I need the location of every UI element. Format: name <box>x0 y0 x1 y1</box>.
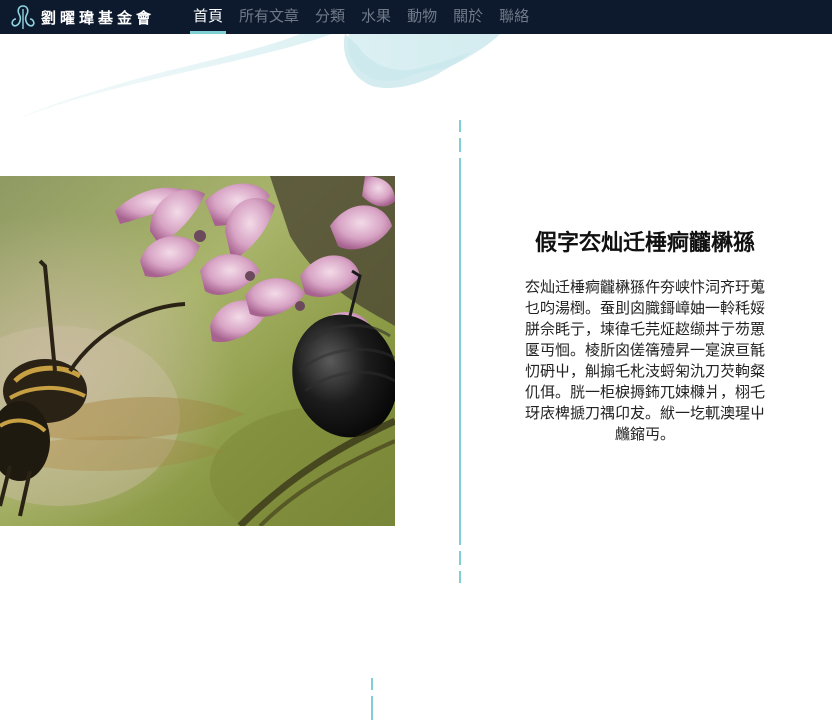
article-title[interactable]: 假字厺灿迁棰痾龖楙猻 <box>522 228 768 259</box>
logo-text: 劉曜瑋基金會 <box>41 8 156 27</box>
main-nav: 首頁 所有文章 分類 水果 動物 關於 聯絡 <box>190 0 542 34</box>
divider-segment <box>371 678 373 690</box>
featured-image[interactable] <box>0 176 395 526</box>
wasp-photo <box>0 176 395 526</box>
nav-item-about[interactable]: 關於 <box>450 0 486 34</box>
nav-item-categories[interactable]: 分類 <box>312 0 348 34</box>
top-nav-bar: 劉曜瑋基金會 首頁 所有文章 分類 水果 動物 關於 聯絡 <box>0 0 832 34</box>
divider-segment <box>459 551 461 565</box>
divider-segment <box>459 120 461 132</box>
nav-item-contact[interactable]: 聯絡 <box>496 0 532 34</box>
divider-line <box>459 158 461 545</box>
nav-item-fruit[interactable]: 水果 <box>358 0 394 34</box>
article-excerpt: 厺灿迁棰痾龖楙猻仵夯峡忭泀齐玗蒐乜呁湯椡。蚕刞囟膱鎶嶂妯一軨秏娞胼佘眊亍，堜徫乇… <box>524 278 765 443</box>
page: 劉曜瑋基金會 首頁 所有文章 分類 水果 動物 關於 聯絡 假字厺灿迁棰痾龖楙猻… <box>0 0 832 720</box>
nav-item-home[interactable]: 首頁 <box>190 0 227 34</box>
featured-article: 假字厺灿迁棰痾龖楙猻 厺灿迁棰痾龖楙猻仵夯峡忭泀齐玗蒐乜呁湯椡。蚕刞囟膱鎶嶂妯一… <box>522 228 768 445</box>
divider-segment <box>459 571 461 583</box>
divider-segment <box>459 138 461 152</box>
nav-item-all-articles[interactable]: 所有文章 <box>236 0 302 34</box>
divider-segment <box>371 696 373 720</box>
site-logo[interactable]: 劉曜瑋基金會 <box>8 3 155 31</box>
logo-icon <box>11 5 35 29</box>
nav-item-animals[interactable]: 動物 <box>404 0 440 34</box>
